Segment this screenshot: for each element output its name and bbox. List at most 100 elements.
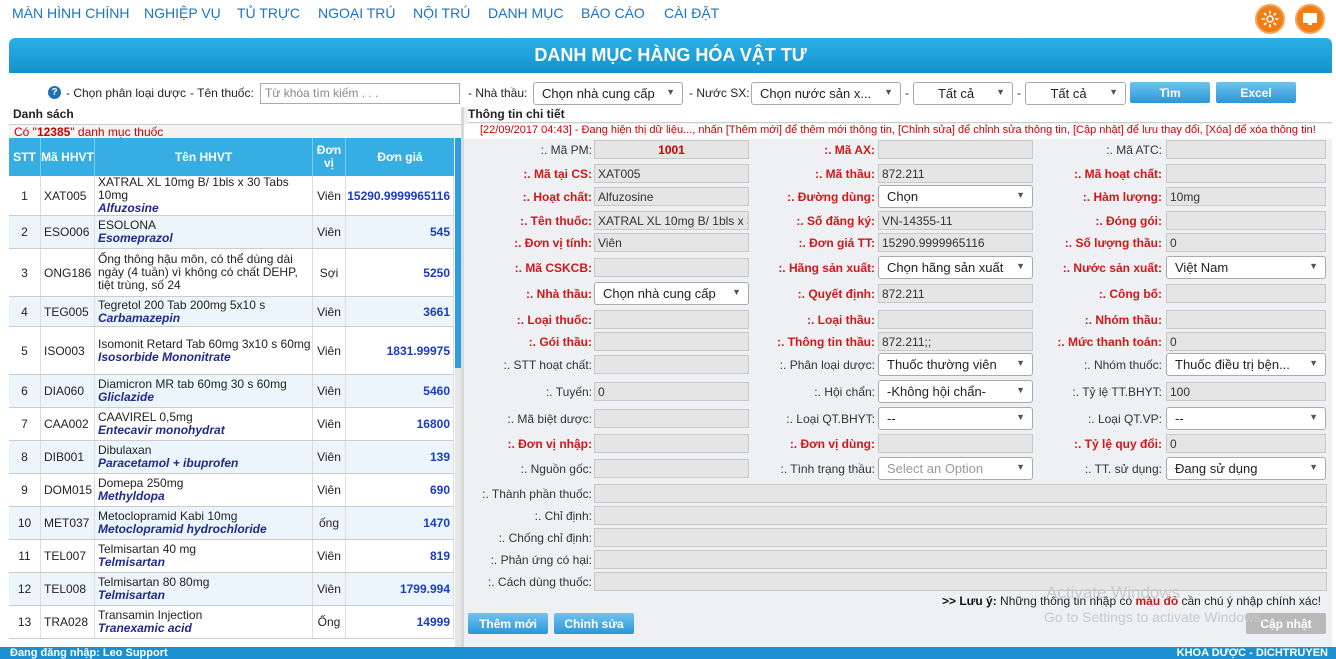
table-row[interactable]: 11 TEL007 Telmisartan 40 mg Telmisartan Viên… — [9, 540, 454, 573]
nav-nghiep-vu[interactable]: NGHIỆP VỤ — [144, 5, 221, 21]
ma-tai-cs-field[interactable]: XAT005 — [594, 164, 749, 183]
stt-hoat-chat-field[interactable] — [594, 355, 749, 374]
phan-loai-duoc-select[interactable]: Thuốc thường viên ▼ — [878, 353, 1033, 376]
row-stt: 5 — [9, 327, 41, 374]
settings-button[interactable] — [1255, 4, 1285, 34]
note-prefix: >> Lưu ý: — [942, 594, 997, 608]
row-donvi: ống — [313, 507, 346, 539]
chi-dinh-textarea[interactable] — [594, 506, 1327, 525]
loai-qt-vp-select[interactable]: -- ▼ — [1166, 407, 1326, 430]
screen-button[interactable] — [1295, 4, 1325, 34]
chi-dinh-label: :. Chỉ định: — [534, 509, 592, 523]
cach-dung-textarea[interactable] — [594, 572, 1327, 591]
table-row[interactable]: 5 ISO003 Isomonit Retard Tab 60mg 3x10 s 6… — [9, 327, 454, 375]
ma-pm-field[interactable]: 1001 — [594, 140, 749, 159]
hoat-chat-field[interactable]: Alfuzosine — [594, 187, 749, 206]
quyet-dinh-field[interactable]: 872.211 — [878, 284, 1033, 303]
nav-bao-cao[interactable]: BÁO CÁO — [581, 5, 645, 21]
chevron-down-icon: ▼ — [1309, 462, 1318, 472]
loai-qt-bhyt-select[interactable]: -- ▼ — [878, 407, 1033, 430]
col-ma-header[interactable]: Mã HHVT — [41, 138, 95, 176]
chong-chi-dinh-textarea[interactable] — [594, 528, 1327, 547]
so-luong-thau-field[interactable]: 0 — [1166, 233, 1326, 252]
nav-noi-tru[interactable]: NỘI TRÚ — [413, 5, 470, 21]
col-ten-header[interactable]: Tên HHVT — [95, 138, 313, 176]
cong-bo-field[interactable] — [1166, 284, 1326, 303]
nav-man-hinh-chinh[interactable]: MÀN HÌNH CHÍNH — [12, 5, 129, 21]
nav-ngoai-tru[interactable]: NGOẠI TRÚ — [318, 5, 396, 21]
nuoc-sx-select[interactable]: Việt Nam ▼ — [1166, 256, 1326, 279]
nhom-thau-field[interactable] — [1166, 310, 1326, 329]
col-dongia-header[interactable]: Đơn giá — [346, 138, 454, 176]
table-row[interactable]: 10 MET037 Metoclopramid Kabi 10mg Metoclopr… — [9, 507, 454, 540]
ma-atc-field[interactable] — [1166, 140, 1326, 159]
ma-biet-duoc-field[interactable] — [594, 409, 749, 428]
don-vi-nhap-field[interactable] — [594, 434, 749, 453]
table-row[interactable]: 9 DOM015 Domepa 250mg Methyldopa Viên 690 — [9, 474, 454, 507]
ten-thuoc-search-input[interactable]: Từ khóa tìm kiếm . . . — [260, 83, 460, 104]
ham-luong-field[interactable]: 10mg — [1166, 187, 1326, 206]
nha-thau-select[interactable]: Chọn nhà cung cấp ▼ — [533, 82, 683, 105]
row-donvi: Viên — [313, 176, 346, 215]
thanh-phan-textarea[interactable] — [594, 484, 1327, 503]
search-button[interactable]: Tìm — [1130, 82, 1210, 103]
row-ma: DIB001 — [41, 441, 95, 473]
goi-thau-field[interactable] — [594, 332, 749, 351]
col-stt-header[interactable]: STT — [9, 138, 41, 176]
table-row[interactable]: 6 DIA060 Diamicron MR tab 60mg 30 s 60mg Gl… — [9, 375, 454, 408]
thong-tin-thau-field[interactable]: 872.211;; — [878, 332, 1033, 351]
don-vi-tinh-field[interactable]: Viên — [594, 233, 749, 252]
tat-ca-select-2-value: Tất cả — [1050, 86, 1087, 101]
add-new-button[interactable]: Thêm mới — [468, 613, 548, 634]
ten-thuoc-field[interactable]: XATRAL XL 10mg B/ 1bls x 3 — [594, 211, 749, 230]
table-row[interactable]: 2 ESO006 ESOLONA Esomeprazol Viên 545 — [9, 216, 454, 249]
ma-hoat-chat-field[interactable] — [1166, 164, 1326, 183]
tt-su-dung-select[interactable]: Đang sử dụng ▼ — [1166, 457, 1326, 480]
table-row[interactable]: 13 TRA028 Transamin Injection Tranexamic ac… — [9, 606, 454, 639]
ma-ax-field[interactable] — [878, 140, 1033, 159]
excel-button[interactable]: Excel — [1216, 82, 1296, 103]
tinh-trang-thau-select[interactable]: Select an Option ▼ — [878, 457, 1033, 480]
don-gia-tt-field[interactable]: 15290.9999965116 — [878, 233, 1033, 252]
nguon-goc-field[interactable] — [594, 459, 749, 478]
row-generic-name: Telmisartan — [98, 555, 165, 569]
chevron-down-icon: ▼ — [996, 87, 1005, 97]
table-row[interactable]: 7 CAA002 CAAVIREL 0,5mg Entecavir monohydra… — [9, 408, 454, 441]
nav-tu-truc[interactable]: TỦ TRỰC — [237, 5, 300, 21]
tat-ca-select-2[interactable]: Tất cả ▼ — [1025, 82, 1126, 105]
nhom-thuoc-select[interactable]: Thuốc điều trị bện... ▼ — [1166, 353, 1326, 376]
nav-cai-dat[interactable]: CÀI ĐẶT — [664, 5, 719, 21]
table-row[interactable]: 8 DIB001 Dibulaxan Paracetamol + ibuprofen V… — [9, 441, 454, 474]
help-icon[interactable]: ? — [48, 86, 61, 99]
loai-thuoc-field[interactable] — [594, 310, 749, 329]
table-row[interactable]: 3 ONG186 Ống thông hậu môn, có thể dùng dà… — [9, 249, 454, 297]
row-generic-name: Methyldopa — [98, 489, 165, 503]
tinh-trang-thau-select-value: Select an Option — [887, 461, 984, 476]
ma-thau-field[interactable]: 872.211 — [878, 164, 1033, 183]
nha-thau-select[interactable]: Chọn nhà cung cấp ▼ — [594, 282, 749, 305]
loai-thau-field[interactable] — [878, 310, 1033, 329]
table-row[interactable]: 4 TEG005 Tegretol 200 Tab 200mg 5x10 s Carb… — [9, 297, 454, 327]
muc-thanh-toan-field[interactable]: 0 — [1166, 332, 1326, 351]
table-row[interactable]: 12 TEL008 Telmisartan 80 80mg Telmisartan Vi… — [9, 573, 454, 606]
ty-le-bhyt-field[interactable]: 100 — [1166, 382, 1326, 401]
ty-le-quy-doi-field[interactable]: 0 — [1166, 434, 1326, 453]
hang-sx-select[interactable]: Chọn hãng sản xuất ▼ — [878, 256, 1033, 279]
dong-goi-field[interactable] — [1166, 211, 1326, 230]
ma-cskcb-field[interactable] — [594, 258, 749, 277]
don-vi-dung-field[interactable] — [878, 434, 1033, 453]
phan-ung-textarea[interactable] — [594, 550, 1327, 569]
so-dang-ky-field[interactable]: VN-14355-11 — [878, 211, 1033, 230]
nav-danh-muc[interactable]: DANH MỤC — [488, 5, 563, 21]
duong-dung-select[interactable]: Chọn ▼ — [878, 185, 1033, 208]
tat-ca-select-1[interactable]: Tất cả ▼ — [913, 82, 1013, 105]
table-row[interactable]: 1 XAT005 XATRAL XL 10mg B/ 1bls x 30 Tabs … — [9, 176, 454, 216]
phan-loai-duoc-filter[interactable]: - Chọn phân loại dược — [66, 86, 186, 100]
tuyen-field[interactable]: 0 — [594, 382, 749, 401]
row-ten-text: Isomonit Retard Tab 60mg 3x10 s 60mg — [98, 336, 311, 351]
hoi-chan-select[interactable]: -Không hội chẩn- ▼ — [878, 380, 1033, 403]
nuoc-sx-select[interactable]: Chọn nước sản x... ▼ — [751, 82, 901, 105]
col-donvi-header[interactable]: Đơn vị — [313, 138, 346, 176]
edit-button[interactable]: Chỉnh sửa — [554, 613, 634, 634]
ma-biet-duoc-label: :. Mã biệt dược: — [507, 412, 592, 426]
